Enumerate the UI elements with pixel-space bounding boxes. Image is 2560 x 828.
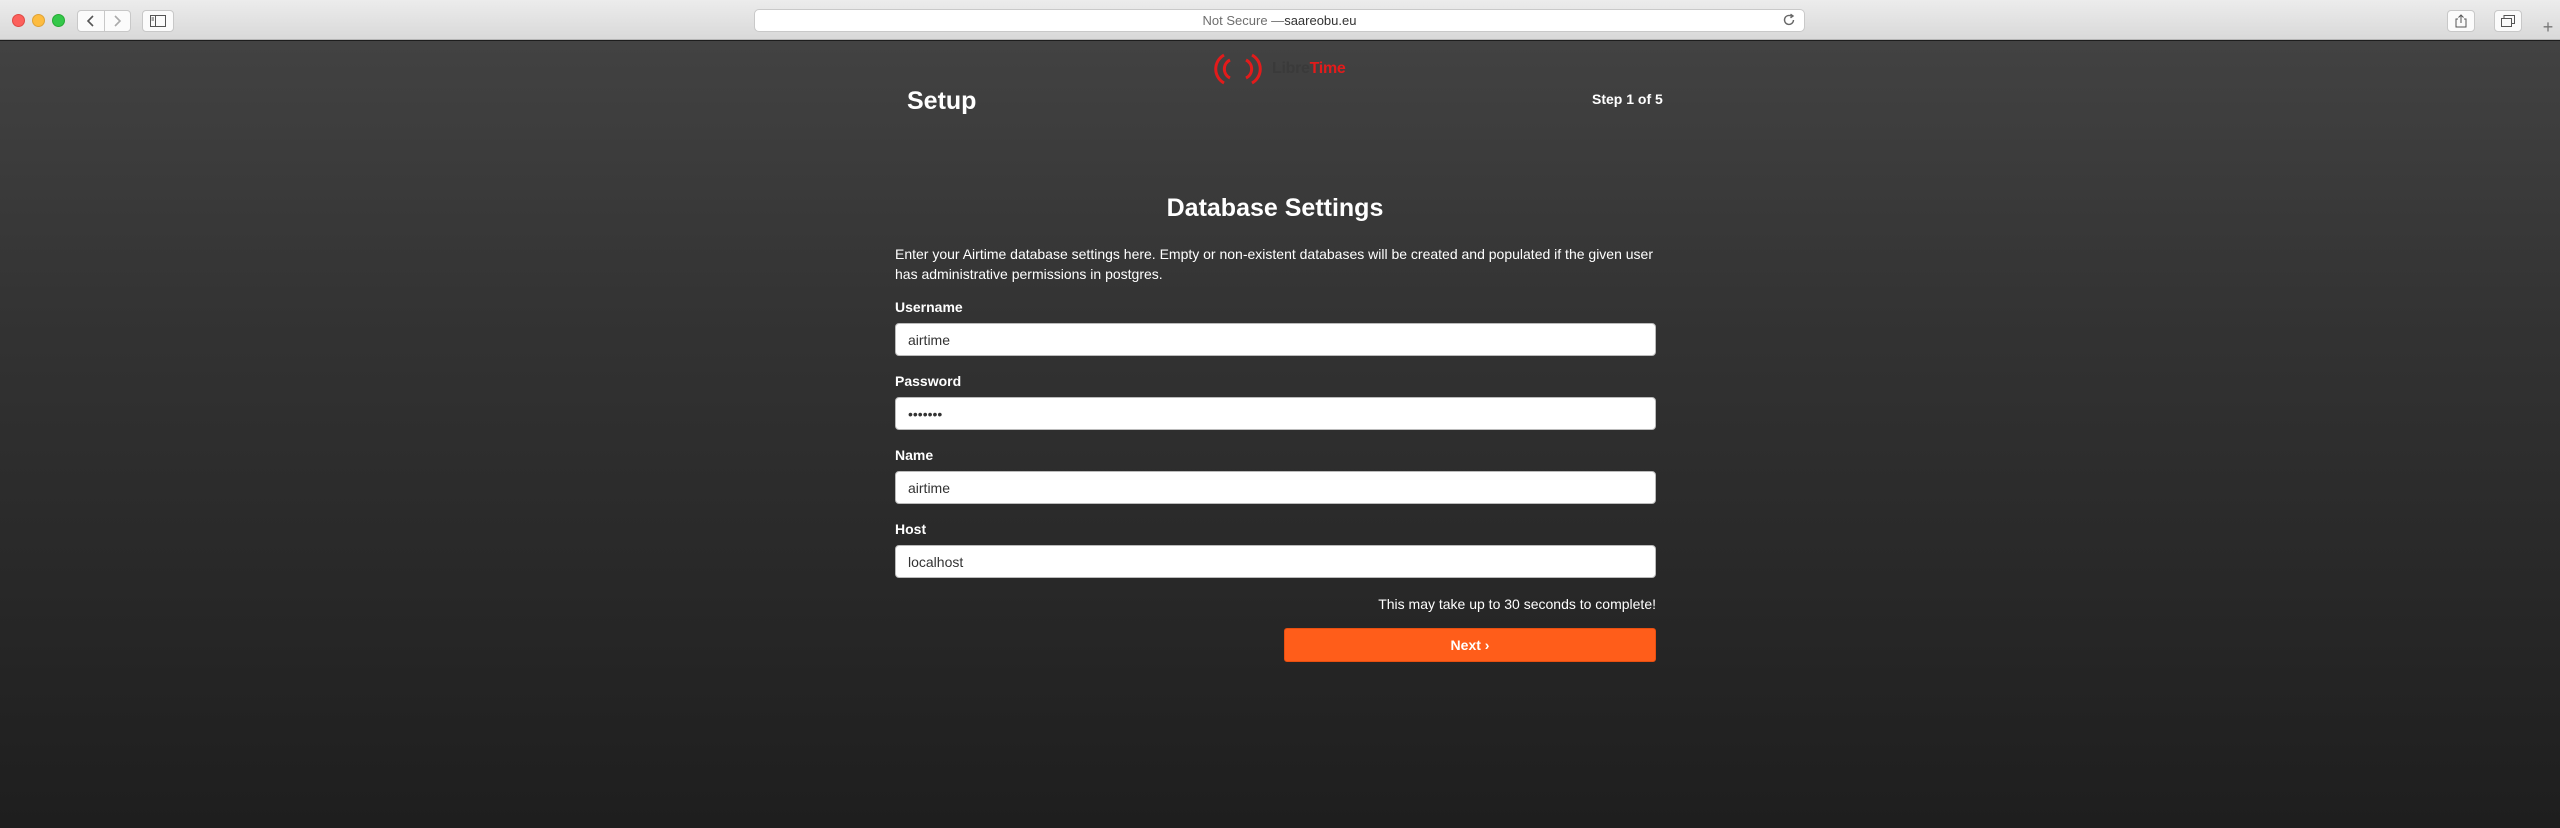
section-title: Database Settings — [1166, 194, 1384, 222]
password-label: Password — [895, 373, 962, 389]
username-label: Username — [895, 299, 963, 315]
chevron-right-icon — [114, 15, 122, 27]
logo-wordmark: LibreTime — [1272, 60, 1346, 78]
logo-text-libre: Libre — [1272, 60, 1310, 77]
share-icon — [2455, 14, 2467, 28]
new-tab-button[interactable]: + — [2536, 14, 2560, 40]
duration-note: This may take up to 30 seconds to comple… — [1378, 596, 1656, 612]
reload-icon — [1783, 13, 1795, 26]
address-bar[interactable]: Not Secure — saareobu.eu — [754, 9, 1805, 32]
page-title: Setup — [907, 87, 977, 115]
reload-button[interactable] — [1782, 13, 1796, 30]
host-input[interactable] — [895, 545, 1656, 578]
chevron-left-icon — [86, 15, 94, 27]
close-window-button[interactable] — [12, 14, 25, 27]
history-nav — [77, 10, 131, 32]
database-name-input[interactable] — [895, 471, 1656, 504]
minimize-window-button[interactable] — [32, 14, 45, 27]
share-button[interactable] — [2447, 10, 2475, 32]
sidebar-icon — [150, 15, 166, 27]
tabs-icon — [2501, 15, 2515, 27]
url-domain: saareobu.eu — [1284, 13, 1357, 28]
back-button[interactable] — [78, 11, 104, 31]
password-input[interactable] — [895, 397, 1656, 430]
libretime-logo: LibreTime — [1210, 51, 1346, 87]
logo-text-time: Time — [1309, 60, 1346, 77]
browser-toolbar: Not Secure — saareobu.eu + — [0, 0, 2560, 40]
forward-button[interactable] — [103, 11, 130, 31]
username-input[interactable] — [895, 323, 1656, 356]
step-indicator: Step 1 of 5 — [1592, 91, 1663, 107]
page-content: LibreTime Setup Step 1 of 5 Database Set… — [0, 41, 2560, 828]
name-label: Name — [895, 447, 934, 463]
zoom-window-button[interactable] — [52, 14, 65, 27]
intro-text: Enter your Airtime database settings her… — [895, 246, 1653, 282]
next-button[interactable]: Next › — [1284, 628, 1656, 662]
tab-overview-button[interactable] — [2494, 10, 2522, 32]
sidebar-toggle-button[interactable] — [142, 10, 174, 32]
radio-waves-icon — [1214, 53, 1262, 85]
insecure-label: Not Secure — — [1202, 13, 1285, 28]
host-label: Host — [895, 521, 927, 537]
